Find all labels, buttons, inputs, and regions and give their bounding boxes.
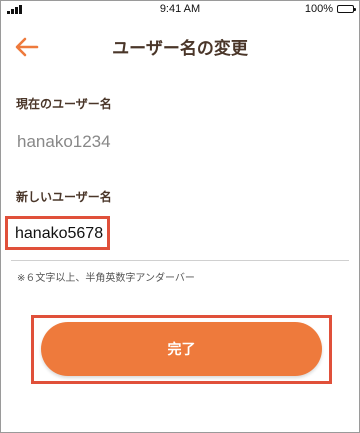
done-button[interactable]: 完了 xyxy=(41,322,322,376)
username-rule-hint: ※６文字以上、半角英数字アンダーバー xyxy=(17,273,195,284)
current-username-label: 現在のユーザー名 xyxy=(16,97,112,111)
status-bar: 9:41 AM 100% xyxy=(1,1,359,19)
current-username-value: hanako1234 xyxy=(17,132,111,151)
navigation-bar: ユーザー名の変更 xyxy=(1,19,359,75)
app-screen: 9:41 AM 100% ユーザー名の変更 現在のユーザー名 hanako123… xyxy=(0,0,360,433)
battery-icon xyxy=(337,5,356,13)
battery-percentage: 100% xyxy=(304,3,333,15)
input-underline xyxy=(11,260,349,261)
new-username-field-container xyxy=(1,213,359,261)
new-username-input[interactable] xyxy=(15,222,315,246)
page-title: ユーザー名の変更 xyxy=(112,39,248,59)
new-username-label: 新しいユーザー名 xyxy=(16,190,112,204)
